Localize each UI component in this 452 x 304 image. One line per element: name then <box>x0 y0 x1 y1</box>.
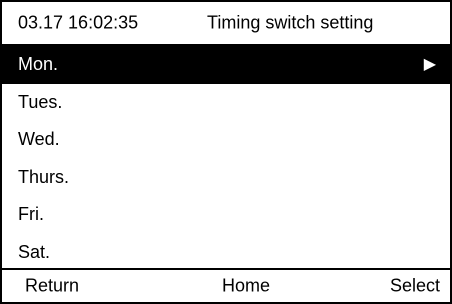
menu-item-label: Thurs. <box>18 166 70 187</box>
page-title: Timing switch setting <box>207 12 374 33</box>
menu-item-label: Wed. <box>18 129 60 150</box>
menu-item-label: Mon. <box>18 54 59 75</box>
menu-item-fri[interactable]: Fri. <box>2 196 450 234</box>
return-button[interactable]: Return <box>25 276 79 297</box>
menu-item-label: Tues. <box>18 91 63 112</box>
right-arrow-icon: ▶ <box>423 55 436 73</box>
menu-item-tues[interactable]: Tues. <box>2 84 450 122</box>
softkey-bar: Return Home Select <box>2 268 450 302</box>
home-button[interactable]: Home <box>222 276 270 297</box>
menu-item-label: Fri. <box>18 204 44 225</box>
lcd-screen: 03.17 16:02:35 Timing switch setting Mon… <box>0 0 452 304</box>
menu-item-label: Sat. <box>18 241 51 262</box>
menu-item-sat[interactable]: Sat. <box>2 234 450 272</box>
select-button[interactable]: Select <box>390 276 440 297</box>
header-bar: 03.17 16:02:35 Timing switch setting <box>2 2 450 46</box>
day-menu: Mon. ▶ Tues. Wed. Thurs. Fri. Sat. <box>2 46 450 271</box>
menu-item-wed[interactable]: Wed. <box>2 121 450 159</box>
datetime-display: 03.17 16:02:35 <box>18 12 139 33</box>
menu-item-mon[interactable]: Mon. ▶ <box>2 46 450 84</box>
menu-item-thurs[interactable]: Thurs. <box>2 159 450 197</box>
